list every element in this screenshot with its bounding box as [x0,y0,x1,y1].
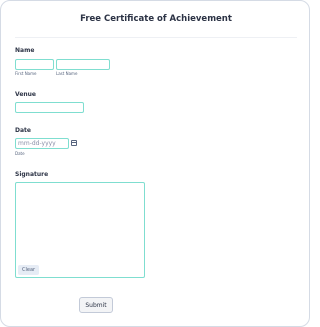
first-name-input[interactable] [15,59,54,70]
title-divider [15,37,297,38]
last-name-input[interactable] [56,59,110,70]
form-card: Free Certificate of Achievement Name Fir… [0,0,310,327]
signature-label: Signature [15,171,49,178]
first-name-sublabel: First Name [15,71,37,76]
date-sublabel: Date [15,151,25,156]
calendar-icon[interactable] [71,140,77,146]
clear-signature-button[interactable]: Clear [18,265,40,275]
last-name-sublabel: Last Name [56,71,78,76]
date-label: Date [15,127,31,134]
name-label: Name [15,47,35,54]
form-title: Free Certificate of Achievement [80,14,232,24]
submit-button[interactable]: Submit [79,297,113,313]
date-input[interactable]: mm-dd-yyyy [15,138,69,149]
venue-input[interactable] [15,102,84,113]
venue-label: Venue [15,91,36,98]
signature-pad[interactable]: Clear [15,182,145,278]
